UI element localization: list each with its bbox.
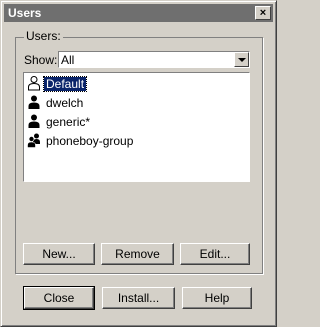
list-item-label: phoneboy-group [46, 134, 134, 148]
user-group-icon [27, 133, 40, 148]
title-close-button[interactable]: × [255, 6, 271, 20]
user-icon [28, 95, 40, 109]
list-item-default[interactable]: Default [26, 75, 246, 93]
list-item-phoneboy-group[interactable]: phoneboy-group [26, 132, 246, 150]
user-outline-icon [28, 76, 40, 91]
window-title: Users [8, 6, 42, 20]
close-button[interactable]: Close [23, 286, 95, 310]
list-item-label: Default [42, 76, 88, 92]
user-icon [28, 114, 40, 128]
show-select-value: All [61, 53, 75, 67]
show-label: Show: [24, 53, 58, 67]
remove-user-button[interactable]: Remove [101, 243, 174, 265]
list-item-label: dwelch [46, 96, 84, 110]
help-button[interactable]: Help [182, 287, 252, 309]
users-group-label: Users: [24, 29, 63, 43]
list-item-label: generic* [46, 115, 91, 129]
chevron-down-icon[interactable] [234, 52, 249, 67]
users-list[interactable]: Default dwelch generic* phoneboy-group [23, 72, 250, 182]
install-button[interactable]: Install... [102, 287, 175, 309]
list-item-dwelch[interactable]: dwelch [26, 94, 246, 112]
show-select[interactable]: All [58, 51, 250, 68]
edit-user-button[interactable]: Edit... [180, 243, 250, 265]
title-bar[interactable]: Users × [4, 4, 273, 22]
new-user-button[interactable]: New... [23, 243, 95, 265]
list-item-generic[interactable]: generic* [26, 113, 246, 131]
